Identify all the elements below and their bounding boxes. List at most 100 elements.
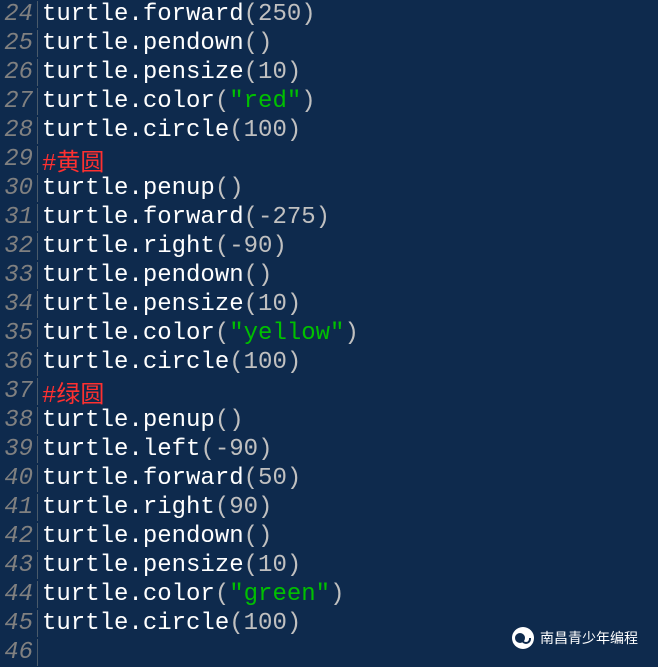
token-paren: ( [244, 204, 258, 231]
code-line[interactable]: 31turtle.forward(-275) [0, 203, 658, 232]
code-line[interactable]: 42turtle.pendown() [0, 522, 658, 551]
code-line[interactable]: 35turtle.color("yellow") [0, 319, 658, 348]
token-paren: ( [215, 494, 229, 521]
token-paren: ) [287, 117, 301, 144]
token-num: 100 [244, 610, 287, 637]
code-line[interactable]: 38turtle.penup() [0, 406, 658, 435]
code-content[interactable]: turtle.pensize(10) [38, 291, 301, 318]
token-fn: turtle.pensize [42, 552, 244, 579]
token-fn: turtle.color [42, 581, 215, 608]
token-paren: ) [287, 610, 301, 637]
token-fn: turtle.forward [42, 1, 244, 28]
code-content[interactable]: turtle.pensize(10) [38, 59, 301, 86]
line-number: 37 [0, 378, 38, 405]
token-paren: ) [316, 204, 330, 231]
line-number: 26 [0, 59, 38, 86]
line-number: 38 [0, 407, 38, 434]
code-content[interactable]: turtle.pendown() [38, 262, 272, 289]
line-number: 45 [0, 610, 38, 637]
token-num: 250 [258, 1, 301, 28]
token-fn: turtle.color [42, 88, 215, 115]
code-line[interactable]: 27turtle.color("red") [0, 87, 658, 116]
code-content[interactable]: turtle.left(-90) [38, 436, 272, 463]
code-line[interactable]: 29#黄圆 [0, 145, 658, 174]
token-num: 10 [258, 59, 287, 86]
token-paren: ( [229, 117, 243, 144]
token-paren: () [215, 175, 244, 202]
line-number: 44 [0, 581, 38, 608]
line-number: 25 [0, 30, 38, 57]
watermark-text: 南昌青少年编程 [540, 628, 638, 648]
code-line[interactable]: 39turtle.left(-90) [0, 435, 658, 464]
code-content[interactable]: #绿圆 [38, 374, 104, 410]
code-line[interactable]: 44turtle.color("green") [0, 580, 658, 609]
token-paren: ( [200, 436, 214, 463]
token-fn: turtle.pendown [42, 262, 244, 289]
line-number: 39 [0, 436, 38, 463]
token-paren: ) [272, 233, 286, 260]
code-content[interactable]: turtle.forward(-275) [38, 204, 330, 231]
token-paren: () [215, 407, 244, 434]
code-line[interactable]: 32turtle.right(-90) [0, 232, 658, 261]
token-str: "yellow" [229, 320, 344, 347]
token-fn: turtle.penup [42, 407, 215, 434]
line-number: 31 [0, 204, 38, 231]
code-content[interactable]: turtle.pendown() [38, 523, 272, 550]
token-paren: ) [258, 436, 272, 463]
token-paren: ( [244, 291, 258, 318]
code-line[interactable]: 33turtle.pendown() [0, 261, 658, 290]
token-fn: turtle.right [42, 494, 215, 521]
code-content[interactable]: turtle.penup() [38, 407, 244, 434]
token-fn: turtle.forward [42, 204, 244, 231]
token-paren: ( [229, 610, 243, 637]
token-num: 90 [229, 494, 258, 521]
token-paren: ) [287, 59, 301, 86]
code-content[interactable]: turtle.pendown() [38, 30, 272, 57]
code-content[interactable]: #黄圆 [38, 142, 104, 178]
code-content[interactable]: turtle.penup() [38, 175, 244, 202]
code-line[interactable]: 26turtle.pensize(10) [0, 58, 658, 87]
token-fn: turtle.pendown [42, 523, 244, 550]
code-content[interactable]: turtle.color("yellow") [38, 320, 359, 347]
token-paren: ( [244, 1, 258, 28]
token-paren: ) [344, 320, 358, 347]
code-editor[interactable]: 24turtle.forward(250)25turtle.pendown()2… [0, 0, 658, 667]
code-line[interactable]: 43turtle.pensize(10) [0, 551, 658, 580]
token-num: 50 [258, 465, 287, 492]
code-content[interactable]: turtle.circle(100) [38, 117, 301, 144]
code-content[interactable]: turtle.right(90) [38, 494, 272, 521]
code-content[interactable]: turtle.forward(250) [38, 1, 316, 28]
token-paren: ) [287, 291, 301, 318]
token-fn: turtle.pendown [42, 30, 244, 57]
code-line[interactable]: 40turtle.forward(50) [0, 464, 658, 493]
line-number: 46 [0, 639, 38, 666]
code-content[interactable]: turtle.pensize(10) [38, 552, 301, 579]
line-number: 41 [0, 494, 38, 521]
code-content[interactable]: turtle.color("green") [38, 581, 344, 608]
line-number: 29 [0, 146, 38, 173]
code-line[interactable]: 41turtle.right(90) [0, 493, 658, 522]
code-content[interactable]: turtle.right(-90) [38, 233, 287, 260]
code-line[interactable]: 30turtle.penup() [0, 174, 658, 203]
token-num: 100 [244, 117, 287, 144]
token-str: "red" [229, 88, 301, 115]
line-number: 42 [0, 523, 38, 550]
token-paren: ( [244, 552, 258, 579]
token-num: 100 [244, 349, 287, 376]
code-line[interactable]: 37#绿圆 [0, 377, 658, 406]
code-line[interactable]: 25turtle.pendown() [0, 29, 658, 58]
token-fn: turtle.pensize [42, 291, 244, 318]
token-num: 10 [258, 291, 287, 318]
token-fn: turtle.left [42, 436, 200, 463]
line-number: 28 [0, 117, 38, 144]
token-fn: turtle.circle [42, 117, 229, 144]
code-content[interactable]: turtle.circle(100) [38, 610, 301, 637]
code-line[interactable]: 24turtle.forward(250) [0, 0, 658, 29]
code-content[interactable]: turtle.forward(50) [38, 465, 301, 492]
token-num: 10 [258, 552, 287, 579]
code-content[interactable]: turtle.color("red") [38, 88, 316, 115]
token-paren: ( [215, 320, 229, 347]
token-paren: ) [287, 465, 301, 492]
code-line[interactable]: 34turtle.pensize(10) [0, 290, 658, 319]
code-content[interactable]: turtle.circle(100) [38, 349, 301, 376]
